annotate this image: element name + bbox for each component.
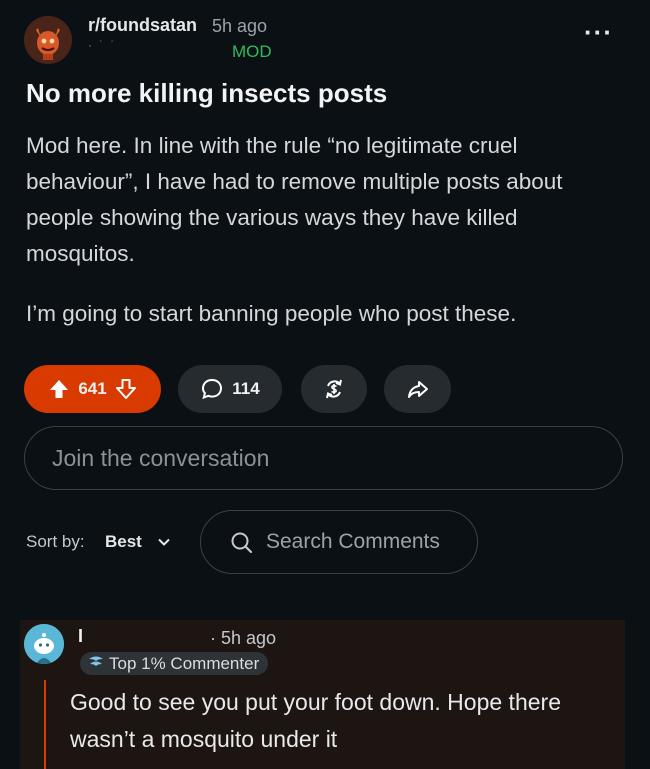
search-icon — [229, 530, 255, 561]
chevron-down-icon[interactable] — [157, 535, 171, 554]
award-icon — [322, 377, 346, 401]
sort-label: Sort by: — [26, 532, 85, 551]
comment-count: 114 — [232, 379, 260, 398]
comment-username[interactable]: I — [78, 626, 83, 647]
share-button[interactable] — [384, 365, 451, 413]
post-body-paragraph: I’m going to start banning people who po… — [26, 301, 517, 326]
share-icon — [406, 377, 430, 401]
vote-pill: 641 — [24, 365, 161, 413]
author-flair: · ˙ ˙ — [88, 38, 117, 52]
mod-badge: MOD — [232, 42, 272, 61]
subreddit-avatar-icon[interactable] — [24, 16, 72, 64]
search-comments-placeholder: Search Comments — [266, 530, 440, 553]
post-time: 5h ago — [212, 16, 268, 36]
comment-time: · 5h ago — [210, 628, 277, 648]
sort-dropdown[interactable]: Best — [105, 532, 142, 552]
user-avatar-icon[interactable] — [24, 624, 64, 664]
join-conversation-placeholder: Join the conversation — [52, 445, 270, 471]
post-page: r/foundsatan 5h ago · ˙ ˙ MOD ··· No mor… — [0, 0, 650, 769]
award-button[interactable] — [301, 365, 367, 413]
comments-button[interactable]: 114 — [178, 365, 282, 413]
subreddit-name[interactable]: r/foundsatan — [88, 15, 197, 36]
comment-icon — [200, 377, 224, 401]
upvote-count: 641 — [78, 379, 107, 398]
upvote-icon[interactable] — [48, 378, 70, 400]
more-options-button[interactable]: ··· — [584, 19, 613, 45]
post-body: Mod here. In line with the rule “no legi… — [26, 128, 621, 356]
post-title: No more killing insects posts — [26, 78, 388, 108]
thread-line[interactable] — [44, 680, 46, 769]
top-commenter-badge: Top 1% Commenter — [80, 652, 269, 675]
top-commenter-icon — [88, 654, 109, 674]
post-body-paragraph: Mod here. In line with the rule “no legi… — [26, 133, 563, 266]
badge-label: Top 1% Commenter — [109, 653, 260, 673]
comment-body: Good to see you put your foot down. Hope… — [70, 689, 561, 752]
downvote-icon[interactable] — [115, 378, 137, 400]
